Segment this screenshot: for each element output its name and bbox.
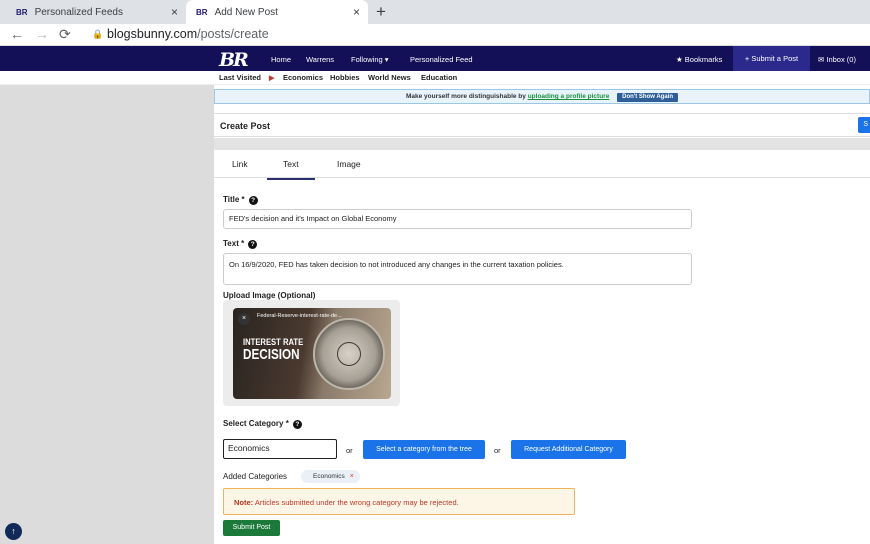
tab-title: Personalized Feeds: [34, 6, 123, 18]
url-path: /posts/create: [197, 27, 269, 41]
subnav-economics[interactable]: Economics: [283, 73, 323, 82]
banner-text: Make yourself more distinguishable by: [405, 93, 526, 100]
scroll-to-top-icon[interactable]: ↑: [5, 523, 22, 540]
browser-tab-personalized-feeds[interactable]: BR Personalized Feeds ×: [0, 0, 186, 24]
back-arrow-icon[interactable]: ←: [10, 26, 24, 42]
last-visited-label: Last Visited: [219, 73, 261, 82]
title-input[interactable]: FED's decision and it's Impact on Global…: [223, 209, 692, 229]
site-favicon-icon: BR: [16, 7, 28, 17]
subnav-education[interactable]: Education: [421, 73, 457, 82]
text-label-text: Text *: [223, 239, 245, 248]
last-visited-bar: Last Visited ▶ Economics Hobbies World N…: [0, 71, 870, 85]
federal-reserve-seal-image: [313, 318, 385, 390]
left-gutter: [0, 85, 214, 544]
create-post-header: Create Post S: [214, 113, 870, 137]
site-logo[interactable]: BR: [219, 49, 249, 71]
url-host: blogsbunny.com: [107, 27, 198, 41]
seal-center: [337, 342, 361, 366]
text-label: Text *?: [223, 239, 258, 249]
or-text: or: [494, 446, 501, 455]
nav-following[interactable]: Following ▾: [351, 55, 389, 64]
lock-icon[interactable]: 🔒: [92, 29, 103, 40]
browser-tab-bar: BR Personalized Feeds × BR Add New Post …: [0, 0, 870, 24]
request-category-button[interactable]: Request Additional Category: [511, 440, 626, 459]
category-label-text: Select Category *: [223, 419, 289, 428]
post-type-tabs: Link Text Image: [214, 150, 870, 180]
nav-personalized-feed[interactable]: Personalized Feed: [410, 55, 473, 64]
note-label: Note:: [234, 498, 254, 507]
tab-text[interactable]: Text: [267, 159, 315, 180]
remove-image-icon[interactable]: ×: [238, 313, 250, 325]
category-label: Select Category *?: [223, 419, 302, 429]
new-tab-icon[interactable]: +: [376, 2, 386, 22]
submit-post-button[interactable]: Submit Post: [223, 520, 280, 536]
note-text: Articles submitted under the wrong categ…: [253, 498, 459, 507]
added-categories-label: Added Categories: [223, 472, 288, 481]
upload-profile-picture-link[interactable]: uploading a profile picture: [528, 93, 610, 100]
submit-post-nav-button[interactable]: + Submit a Post: [733, 46, 810, 71]
profile-picture-banner: Make yourself more distinguishable by up…: [214, 89, 870, 104]
upload-image-label: Upload Image (Optional): [223, 291, 316, 300]
or-text: or: [346, 446, 353, 455]
caret-right-icon: ▶: [269, 75, 275, 82]
title-label-text: Title *: [223, 195, 245, 204]
nav-bookmarks[interactable]: ★ Bookmarks: [676, 55, 722, 64]
browser-tab-add-new-post[interactable]: BR Add New Post ×: [186, 0, 368, 24]
nav-home[interactable]: Home: [271, 55, 291, 64]
category-chip: Economics ×: [301, 470, 360, 483]
help-icon[interactable]: ?: [292, 420, 302, 429]
help-icon[interactable]: ?: [248, 240, 258, 249]
close-tab-icon[interactable]: ×: [353, 5, 360, 19]
help-icon[interactable]: ?: [248, 196, 258, 205]
forward-arrow-icon[interactable]: →: [35, 26, 49, 42]
category-warning-note: Note: Articles submitted under the wrong…: [223, 488, 575, 515]
page-title: Create Post: [220, 121, 271, 131]
nav-warrens[interactable]: Warrens: [306, 55, 334, 64]
image-text-line2: DECISION: [243, 346, 300, 363]
remove-category-icon[interactable]: ×: [350, 473, 354, 480]
address-bar: ← → ⟳ 🔒 blogsbunny.com/posts/create: [0, 24, 870, 46]
category-input[interactable]: Economics: [223, 439, 337, 459]
nav-inbox[interactable]: ✉ Inbox (0): [818, 55, 856, 64]
chip-label: Economics: [313, 473, 345, 480]
text-textarea[interactable]: On 16/9/2020, FED has taken decision to …: [223, 253, 692, 285]
title-label: Title *?: [223, 195, 258, 205]
tab-image[interactable]: Image: [337, 159, 361, 169]
uploaded-image-thumbnail: × Federal-Reserve-interest-rate-de... IN…: [233, 308, 391, 399]
tab-link[interactable]: Link: [232, 159, 248, 169]
subnav-world-news[interactable]: World News: [368, 73, 411, 82]
tab-title: Add New Post: [214, 6, 278, 18]
close-tab-icon[interactable]: ×: [171, 5, 178, 19]
image-filename: Federal-Reserve-interest-rate-de...: [257, 313, 342, 319]
subnav-hobbies[interactable]: Hobbies: [330, 73, 360, 82]
url-field[interactable]: blogsbunny.com/posts/create: [107, 27, 269, 41]
side-action-button[interactable]: S: [858, 117, 870, 133]
site-favicon-icon: BR: [196, 7, 208, 17]
select-category-tree-button[interactable]: Select a category from the tree: [363, 440, 485, 459]
dont-show-again-button[interactable]: Don't Show Again: [617, 93, 679, 102]
reload-icon[interactable]: ⟳: [59, 26, 71, 43]
divider: [214, 138, 870, 150]
